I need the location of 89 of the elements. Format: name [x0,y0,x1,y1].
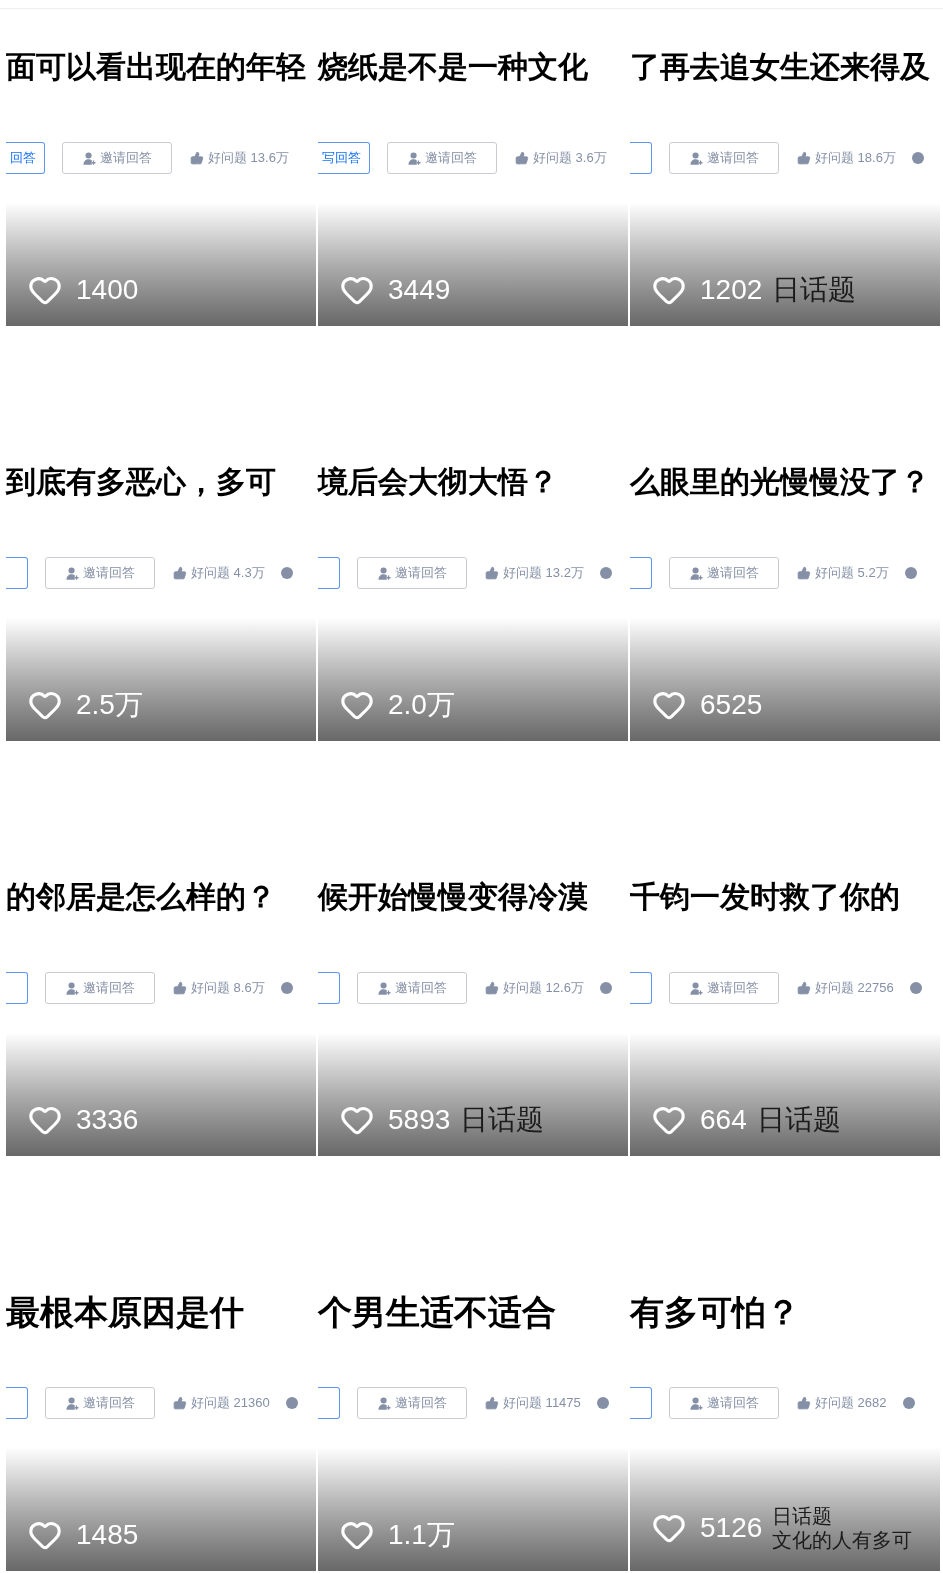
person-add-icon [407,151,421,165]
person-add-icon [377,566,391,580]
answer-button[interactable] [630,142,652,174]
invite-button[interactable]: 邀请回答 [387,142,497,174]
invite-button[interactable]: 邀请回答 [45,1387,155,1419]
answer-button[interactable] [318,972,340,1004]
answer-button[interactable] [630,972,652,1004]
like-count: 2.5万 [76,688,143,722]
person-add-icon [689,981,703,995]
invite-button[interactable]: 邀请回答 [357,557,467,589]
invite-button[interactable]: 邀请回答 [669,1387,779,1419]
caption-text: 日话题 [756,1103,841,1137]
answer-button[interactable] [318,1387,340,1419]
good-question-count: 好问题 18.6万 [815,149,896,168]
person-add-icon [82,151,96,165]
good-question-count: 好问题 13.6万 [208,149,289,168]
question-title: 有多可怕？ [630,1292,800,1332]
question-title: 的邻居是怎么样的？ [6,879,276,915]
thumbs-up-icon [797,981,811,995]
invite-button[interactable]: 邀请回答 [357,1387,467,1419]
good-question-count: 好问题 12.6万 [503,979,584,998]
thumbs-up-icon [797,566,811,580]
answer-button[interactable] [6,1387,28,1419]
like-count: 5893 [388,1103,451,1137]
person-add-icon [65,566,79,580]
like-count: 6525 [700,688,763,722]
question-title: 么眼里的光慢慢没了？ [630,464,930,500]
answer-button[interactable] [318,557,340,589]
thumbs-up-icon [485,566,499,580]
person-add-icon [65,1396,79,1410]
thumbs-up-icon [173,566,187,580]
good-question-count: 好问题 5.2万 [815,564,889,583]
thumbs-up-icon [173,981,187,995]
like-count: 1485 [76,1518,139,1552]
answer-button[interactable] [6,972,28,1004]
like-count: 1.1万 [388,1518,455,1552]
invite-button[interactable]: 邀请回答 [45,972,155,1004]
like-count: 3449 [388,273,451,307]
person-add-icon [377,981,391,995]
question-title: 到底有多恶心，多可 [6,464,276,500]
good-question-count: 好问题 21360 [191,1394,270,1413]
invite-button[interactable]: 邀请回答 [669,142,779,174]
like-count: 5126 [700,1511,763,1545]
like-count: 3336 [76,1103,139,1137]
thumbs-up-icon [173,1396,187,1410]
good-question-count: 好问题 8.6万 [191,979,265,998]
question-title: 候开始慢慢变得冷漠 [318,879,588,915]
thumbs-up-icon [190,151,204,165]
question-title: 境后会大彻大悟？ [318,464,558,500]
good-question-count: 好问题 4.3万 [191,564,265,583]
caption-text: 日话题 [772,273,857,307]
good-question-count: 好问题 3.6万 [533,149,607,168]
thumbs-up-icon [797,151,811,165]
like-count: 664 [700,1103,747,1137]
like-count: 1400 [76,273,139,307]
question-title: 最根本原因是什 [6,1292,244,1332]
person-add-icon [689,566,703,580]
good-question-count: 好问题 22756 [815,979,894,998]
invite-button[interactable]: 邀请回答 [669,557,779,589]
good-question-count: 好问题 13.2万 [503,564,584,583]
answer-button[interactable] [6,557,28,589]
invite-button[interactable]: 邀请回答 [357,972,467,1004]
thumbs-up-icon [485,1396,499,1410]
caption-text: 日话题 [772,1504,834,1528]
thumbs-up-icon [515,151,529,165]
like-count: 2.0万 [388,688,455,722]
question-title: 千钧一发时救了你的 [630,879,900,915]
question-title: 烧纸是不是一种文化 [318,49,588,85]
question-title: 了再去追女生还来得及 [630,49,930,85]
answer-button[interactable]: 写回答 [318,142,370,174]
question-title: 个男生适不适合 [318,1292,556,1332]
thumbs-up-icon [485,981,499,995]
caption-text: 文化的人有多可 [772,1528,913,1552]
person-add-icon [689,1396,703,1410]
answer-button[interactable]: 回答 [6,142,45,174]
caption-text: 日话题 [460,1103,545,1137]
good-question-count: 好问题 2682 [815,1394,887,1413]
person-add-icon [689,151,703,165]
invite-button[interactable]: 邀请回答 [62,142,172,174]
answer-button[interactable] [630,557,652,589]
person-add-icon [65,981,79,995]
like-count: 1202 [700,273,763,307]
invite-button[interactable]: 邀请回答 [669,972,779,1004]
question-title: 面可以看出现在的年轻 [6,49,306,85]
thumbs-up-icon [797,1396,811,1410]
good-question-count: 好问题 11475 [503,1394,581,1413]
answer-button[interactable] [630,1387,652,1419]
invite-button[interactable]: 邀请回答 [45,557,155,589]
person-add-icon [377,1396,391,1410]
